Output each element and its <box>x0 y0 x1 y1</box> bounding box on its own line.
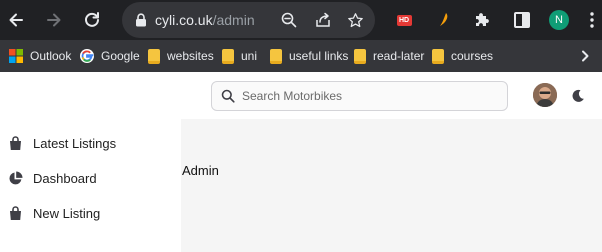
sidebar-item-label: Dashboard <box>33 171 97 186</box>
browser-toolbar: cyli.co.uk/admin HD N <box>0 0 602 40</box>
extensions-button[interactable] <box>470 8 494 32</box>
bookmark-outlook[interactable]: Outlook <box>9 40 71 72</box>
puzzle-icon <box>476 13 489 26</box>
bookmark-folder-websites[interactable]: websites <box>148 40 214 72</box>
sidebar-item-dashboard[interactable]: Dashboard <box>8 171 97 186</box>
search-icon <box>221 89 235 103</box>
back-button[interactable] <box>4 8 28 32</box>
reload-icon <box>85 12 99 27</box>
extension-orange-button[interactable] <box>432 8 456 32</box>
bookmarks-overflow-button[interactable] <box>580 40 590 72</box>
moon-icon[interactable] <box>571 89 585 103</box>
menu-button[interactable] <box>580 8 602 32</box>
sidebar-item-new-listing[interactable]: New Listing <box>8 206 100 221</box>
search-input[interactable] <box>242 82 502 110</box>
star-icon[interactable] <box>346 11 364 29</box>
address-bar[interactable]: cyli.co.uk/admin <box>122 2 375 38</box>
app-header <box>181 72 602 119</box>
bookmark-label: Outlook <box>30 49 72 63</box>
sidebar: Latest Listings Dashboard New Listing <box>0 72 181 252</box>
folder-icon <box>148 49 160 64</box>
hd-badge: HD <box>396 14 412 26</box>
pie-chart-icon <box>8 171 23 186</box>
bookmark-label: websites <box>167 49 214 63</box>
url-host: cyli.co.uk <box>155 12 213 28</box>
folder-icon <box>222 49 234 64</box>
shopping-bag-icon <box>8 136 23 151</box>
outlook-icon <box>9 49 23 63</box>
profile-button[interactable]: N <box>547 8 571 32</box>
url-path: /admin <box>212 12 255 28</box>
sidebar-item-latest-listings[interactable]: Latest Listings <box>8 136 116 151</box>
folder-icon <box>432 49 444 64</box>
search-box[interactable] <box>211 81 508 111</box>
bookmarks-bar: Outlook Google websites uni useful links… <box>0 40 602 72</box>
bookmark-folder-courses[interactable]: courses <box>432 40 493 72</box>
share-icon[interactable] <box>314 11 332 29</box>
sidepanel-icon <box>514 12 530 28</box>
bookmark-folder-read-later[interactable]: read-later <box>354 40 424 72</box>
bookmark-label: courses <box>451 49 494 63</box>
main-content: Admin <box>181 119 602 252</box>
arrow-left-icon <box>9 13 23 27</box>
bookmark-label: useful links <box>289 49 349 63</box>
page-title: Admin <box>182 163 219 178</box>
chevron-right-icon <box>582 50 589 62</box>
reload-button[interactable] <box>80 8 104 32</box>
forward-button[interactable] <box>42 8 66 32</box>
url-text[interactable]: cyli.co.uk/admin <box>155 12 255 28</box>
bookmark-google[interactable]: Google <box>80 40 140 72</box>
extension-hd-button[interactable]: HD <box>392 8 416 32</box>
zoom-icon[interactable] <box>280 11 298 29</box>
shopping-bag-icon <box>8 206 23 221</box>
google-icon <box>80 49 94 63</box>
sidepanel-button[interactable] <box>510 8 534 32</box>
bookmark-folder-useful-links[interactable]: useful links <box>270 40 348 72</box>
bookmark-label: read-later <box>373 49 425 63</box>
sidebar-item-label: New Listing <box>33 206 101 221</box>
bookmark-folder-uni[interactable]: uni <box>222 40 257 72</box>
sidebar-item-label: Latest Listings <box>33 136 117 151</box>
kebab-menu-icon <box>590 12 594 28</box>
profile-initial: N <box>549 10 569 30</box>
folder-icon <box>354 49 366 64</box>
bookmark-label: uni <box>241 49 258 63</box>
avatar[interactable] <box>533 83 557 107</box>
bookmark-label: Google <box>101 49 140 63</box>
feather-icon <box>440 13 448 26</box>
lock-icon[interactable] <box>132 11 150 29</box>
folder-icon <box>270 49 282 64</box>
arrow-right-icon <box>47 13 61 27</box>
